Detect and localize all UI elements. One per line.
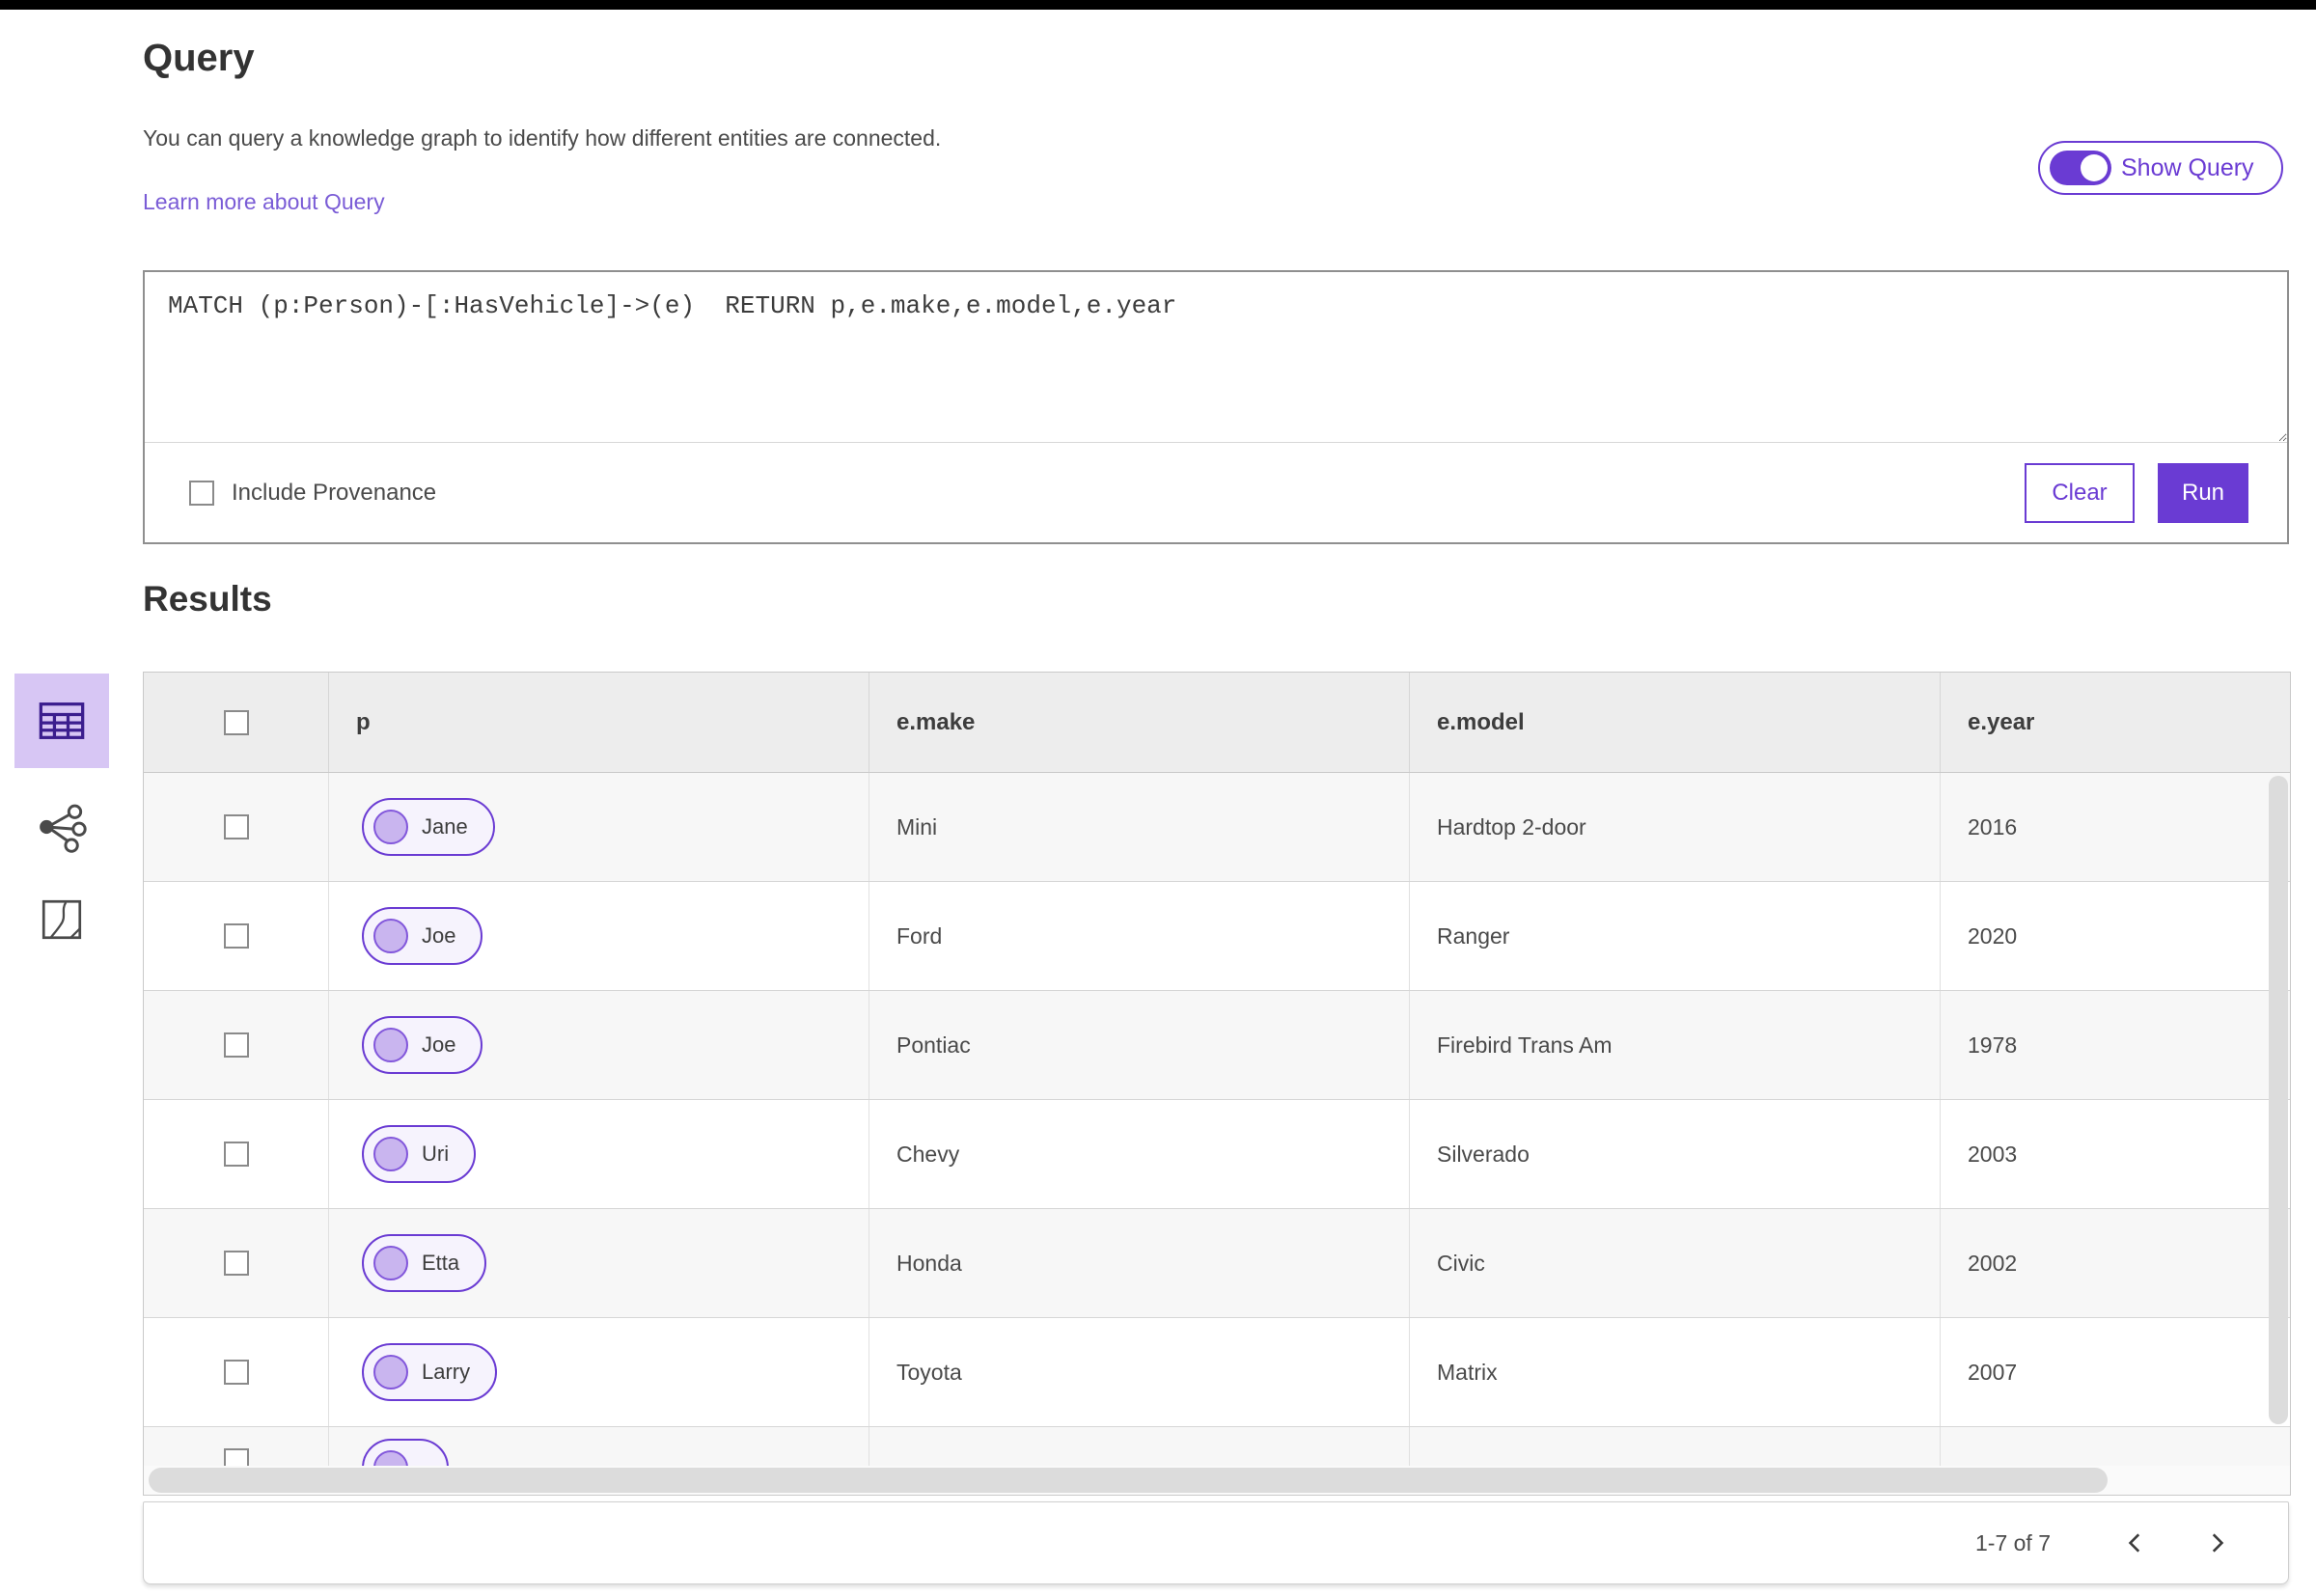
table-row: Joe Ford Ranger 2020 bbox=[144, 882, 2290, 991]
column-header-year[interactable]: e.year bbox=[1941, 673, 2290, 772]
toggle-switch-icon[interactable] bbox=[2050, 151, 2111, 185]
row-checkbox[interactable] bbox=[223, 923, 249, 949]
top-black-bar bbox=[0, 0, 2316, 10]
cell-year: 2007 bbox=[1968, 1359, 2018, 1385]
cell-model: Matrix bbox=[1410, 1318, 1941, 1426]
include-provenance-checkbox[interactable] bbox=[189, 480, 214, 506]
cell-model: Ranger bbox=[1410, 882, 1941, 990]
cell-make: Pontiac bbox=[869, 991, 1410, 1099]
row-checkbox[interactable] bbox=[223, 1360, 249, 1385]
results-title: Results bbox=[143, 579, 272, 619]
results-table: p e.make e.model e.year Jane Mini Hardto… bbox=[143, 672, 2291, 1496]
horizontal-scrollbar-thumb[interactable] bbox=[149, 1468, 2108, 1493]
cell-model: Silverado bbox=[1410, 1100, 1941, 1208]
entity-name: Uri bbox=[422, 1142, 450, 1166]
entity-pill[interactable]: Joe bbox=[362, 907, 483, 965]
query-editor-box: MATCH (p:Person)-[:HasVehicle]->(e) RETU… bbox=[143, 270, 2289, 544]
include-provenance-label: Include Provenance bbox=[232, 479, 437, 506]
run-button[interactable]: Run bbox=[2158, 462, 2248, 523]
toggle-knob bbox=[2081, 154, 2108, 181]
table-row: Larry Toyota Matrix 2007 bbox=[144, 1318, 2290, 1427]
column-header-make[interactable]: e.make bbox=[869, 673, 1410, 772]
results-view-rail bbox=[14, 674, 110, 953]
cell-year: 1978 bbox=[1968, 1032, 2018, 1058]
show-query-label: Show Query bbox=[2121, 153, 2254, 181]
cell-model bbox=[1410, 1427, 1941, 1466]
entity-pill[interactable]: Larry bbox=[362, 1343, 498, 1401]
query-description: You can query a knowledge graph to ident… bbox=[143, 125, 942, 151]
cell-year: 2020 bbox=[1968, 922, 2018, 949]
entity-node-icon bbox=[373, 1355, 408, 1390]
cell-make: Chevy bbox=[869, 1100, 1410, 1208]
entity-name: Larry bbox=[422, 1360, 471, 1384]
table-row: Joe Pontiac Firebird Trans Am 1978 bbox=[144, 991, 2290, 1100]
table-header-row: p e.make e.model e.year bbox=[144, 673, 2290, 773]
link-chart-icon bbox=[36, 801, 88, 853]
map-icon bbox=[38, 895, 86, 944]
table-row: Uri Chevy Silverado 2003 bbox=[144, 1100, 2290, 1209]
header-checkbox-cell bbox=[144, 673, 329, 772]
entity-node-icon bbox=[373, 810, 408, 844]
entity-name: Etta bbox=[422, 1251, 460, 1275]
cell-year: 2003 bbox=[1968, 1141, 2018, 1167]
cell-make: Ford bbox=[869, 882, 1410, 990]
page-title: Query bbox=[143, 37, 255, 79]
table-view-button[interactable] bbox=[14, 674, 109, 768]
pagination-bar: 1-7 of 7 bbox=[143, 1501, 2289, 1584]
cell-year: 2016 bbox=[1968, 813, 2018, 839]
pagination-range-label: 1-7 of 7 bbox=[1975, 1529, 2051, 1555]
vertical-scrollbar[interactable] bbox=[2267, 774, 2290, 1466]
cell-model: Firebird Trans Am bbox=[1410, 991, 1941, 1099]
query-editor-footer: Include Provenance Clear Run bbox=[145, 442, 2287, 542]
entity-pill[interactable]: Joe bbox=[362, 1016, 483, 1074]
row-checkbox[interactable] bbox=[223, 1032, 249, 1058]
link-chart-view-button[interactable] bbox=[28, 793, 96, 861]
cell-make: Mini bbox=[869, 773, 1410, 881]
row-checkbox[interactable] bbox=[223, 1251, 249, 1276]
chevron-right-icon bbox=[2204, 1530, 2229, 1555]
table-row: Etta Honda Civic 2002 bbox=[144, 1209, 2290, 1318]
entity-pill[interactable]: Uri bbox=[362, 1125, 477, 1183]
row-checkbox[interactable] bbox=[223, 814, 249, 839]
table-row: Jane Mini Hardtop 2-door 2016 bbox=[144, 773, 2290, 882]
query-textarea[interactable]: MATCH (p:Person)-[:HasVehicle]->(e) RETU… bbox=[145, 272, 2287, 442]
next-page-button[interactable] bbox=[2195, 1522, 2238, 1564]
entity-name: Joe bbox=[422, 923, 456, 948]
row-checkbox[interactable] bbox=[223, 1142, 249, 1167]
cell-year bbox=[1941, 1427, 2290, 1466]
entity-name: Jane bbox=[422, 814, 468, 839]
entity-node-icon bbox=[373, 1246, 408, 1280]
entity-node-icon bbox=[373, 1137, 408, 1171]
entity-name: Joe bbox=[422, 1032, 456, 1057]
cell-make: Honda bbox=[869, 1209, 1410, 1317]
cell-model: Civic bbox=[1410, 1209, 1941, 1317]
previous-page-button[interactable] bbox=[2114, 1522, 2157, 1564]
column-header-model[interactable]: e.model bbox=[1410, 673, 1941, 772]
column-header-p[interactable]: p bbox=[329, 673, 869, 772]
learn-more-link[interactable]: Learn more about Query bbox=[143, 189, 385, 215]
cell-make: Toyota bbox=[869, 1318, 1410, 1426]
cell-year: 2002 bbox=[1968, 1250, 2018, 1276]
vertical-scrollbar-thumb[interactable] bbox=[2269, 776, 2288, 1424]
cell-make bbox=[869, 1427, 1410, 1466]
entity-node-icon bbox=[373, 1450, 408, 1466]
table-icon bbox=[37, 696, 87, 746]
entity-node-icon bbox=[373, 919, 408, 953]
chevron-left-icon bbox=[2123, 1530, 2148, 1555]
table-row-partial bbox=[144, 1427, 2290, 1466]
entity-node-icon bbox=[373, 1028, 408, 1062]
horizontal-scrollbar[interactable] bbox=[144, 1466, 2290, 1495]
show-query-toggle[interactable]: Show Query bbox=[2038, 141, 2283, 195]
map-view-button[interactable] bbox=[28, 886, 96, 953]
clear-button[interactable]: Clear bbox=[2025, 462, 2135, 523]
entity-pill[interactable] bbox=[362, 1439, 449, 1466]
select-all-checkbox[interactable] bbox=[223, 709, 249, 735]
entity-pill[interactable]: Jane bbox=[362, 798, 495, 856]
cell-model: Hardtop 2-door bbox=[1410, 773, 1941, 881]
entity-pill[interactable]: Etta bbox=[362, 1234, 487, 1292]
row-checkbox[interactable] bbox=[223, 1448, 249, 1466]
query-page: Query You can query a knowledge graph to… bbox=[0, 0, 2316, 1596]
